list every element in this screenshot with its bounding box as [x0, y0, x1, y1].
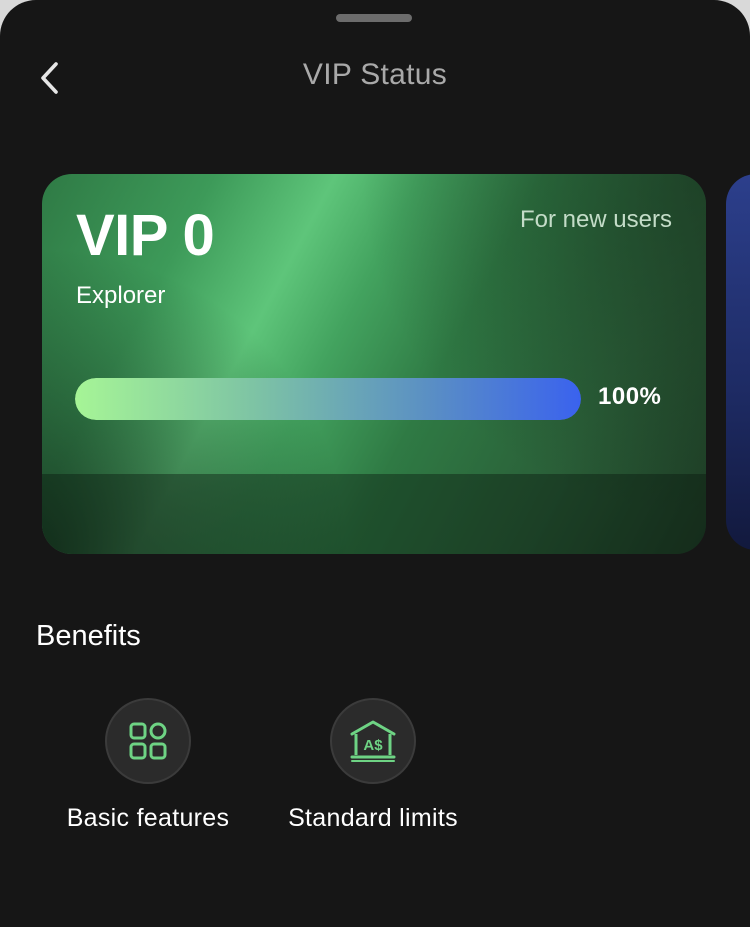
benefit-label: Standard limits: [288, 804, 458, 832]
vip-tier-name: Explorer: [76, 282, 166, 309]
benefit-standard-limits[interactable]: A$ Standard limits: [258, 698, 488, 833]
vip-tag-label: For new users: [519, 206, 672, 233]
vip-progress-fill: [75, 378, 581, 420]
vip-progress-label: 100%: [598, 383, 662, 410]
vip-level-label: VIP 0: [76, 203, 215, 268]
bank-icon: A$: [330, 698, 416, 784]
grid-icon: [105, 698, 191, 784]
page-title: VIP Status: [302, 58, 448, 91]
sheet-drag-handle[interactable]: [336, 14, 412, 22]
vip-progress-bar: [75, 378, 581, 420]
next-vip-card-peek[interactable]: [726, 174, 750, 550]
vip-status-sheet: VIP Status VIP 0 For new users Explorer …: [0, 0, 750, 927]
vip-level-card[interactable]: VIP 0 For new users Explorer 100%: [42, 174, 706, 554]
benefit-label: Basic features: [66, 804, 230, 832]
benefits-title: Benefits: [36, 620, 141, 652]
card-footer-band: [42, 474, 706, 554]
vip-card-carousel[interactable]: VIP 0 For new users Explorer 100%: [0, 174, 750, 556]
bank-icon-text: A$: [363, 737, 383, 754]
benefit-basic-features[interactable]: Basic features: [33, 698, 263, 833]
